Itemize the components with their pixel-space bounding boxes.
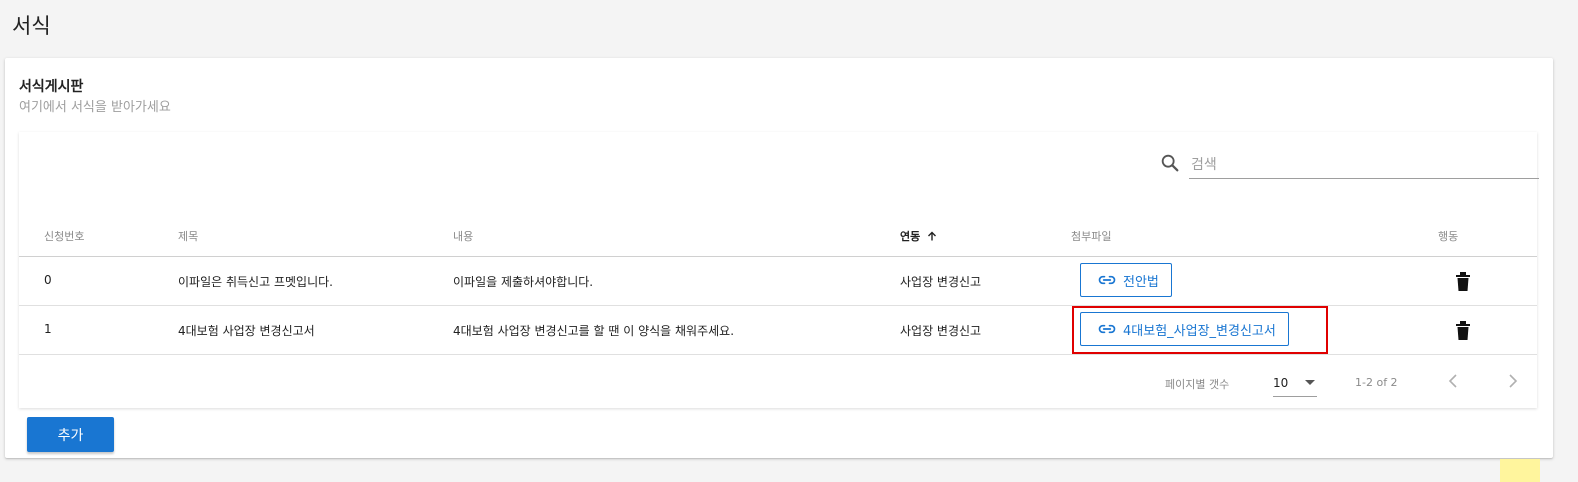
column-header-title[interactable]: 제목 — [178, 228, 198, 244]
attachment-label: 전안법 — [1123, 274, 1159, 290]
attachment-link-button[interactable]: 전안법 — [1080, 263, 1172, 297]
cell-number: 0 — [44, 273, 52, 287]
cell-linked: 사업장 변경신고 — [900, 275, 982, 289]
attachment-label: 4대보험_사업장_변경신고서 — [1123, 323, 1276, 339]
search-icon — [1161, 154, 1179, 172]
pagination: 페이지별 갯수 10 1-2 of 2 — [19, 356, 1537, 408]
card-subtitle: 여기에서 서식을 받아가세요 — [19, 100, 171, 115]
column-header-action[interactable]: 행동 — [1438, 228, 1458, 244]
chevron-right-icon[interactable] — [1503, 372, 1521, 390]
search-input[interactable] — [1189, 152, 1539, 179]
cell-content: 이파일을 제출하셔야합니다. — [453, 275, 594, 289]
pagination-range: 1-2 of 2 — [1355, 376, 1398, 389]
column-header-attachment[interactable]: 첨부파일 — [1071, 228, 1111, 244]
chevron-left-icon[interactable] — [1445, 372, 1463, 390]
search-bar — [1159, 152, 1539, 180]
link-icon — [1098, 275, 1116, 285]
table-row: 1 4대보험 사업장 변경신고서 4대보험 사업장 변경신고를 할 땐 이 양식… — [19, 306, 1537, 355]
caret-down-icon — [1305, 380, 1315, 385]
link-icon — [1098, 324, 1116, 334]
page-title: 서식 — [12, 14, 51, 38]
arrow-up-icon — [928, 231, 937, 241]
cell-number: 1 — [44, 322, 52, 336]
cell-linked: 사업장 변경신고 — [900, 324, 982, 338]
form-board-card: 서식게시판 여기에서 서식을 받아가세요 신청번호 제목 내용 연동 첨부파일 … — [5, 58, 1553, 458]
corner-marker — [1500, 459, 1540, 482]
table-header: 신청번호 제목 내용 연동 첨부파일 행동 — [19, 214, 1537, 257]
cell-title: 4대보험 사업장 변경신고서 — [178, 324, 315, 338]
column-header-number[interactable]: 신청번호 — [44, 228, 84, 244]
cell-content: 4대보험 사업장 변경신고를 할 땐 이 양식을 채워주세요. — [453, 324, 735, 338]
data-table: 신청번호 제목 내용 연동 첨부파일 행동 0 이파일은 취득신고 프멧입니다.… — [19, 132, 1539, 408]
add-button[interactable]: 추가 — [27, 417, 114, 452]
card-title: 서식게시판 — [19, 79, 84, 95]
column-header-content[interactable]: 내용 — [453, 228, 473, 244]
column-header-linked[interactable]: 연동 — [900, 228, 937, 244]
rows-per-page-label: 페이지별 갯수 — [1165, 378, 1230, 391]
trash-icon[interactable] — [1453, 270, 1473, 292]
rows-per-page-value: 10 — [1273, 376, 1289, 390]
trash-icon[interactable] — [1453, 319, 1473, 341]
table-row: 0 이파일은 취득신고 프멧입니다. 이파일을 제출하셔야합니다. 사업장 변경… — [19, 257, 1537, 306]
cell-title: 이파일은 취득신고 프멧입니다. — [178, 275, 333, 289]
rows-per-page-select[interactable]: 10 — [1273, 372, 1317, 397]
attachment-link-button[interactable]: 4대보험_사업장_변경신고서 — [1080, 312, 1289, 346]
column-header-linked-label: 연동 — [900, 230, 921, 243]
